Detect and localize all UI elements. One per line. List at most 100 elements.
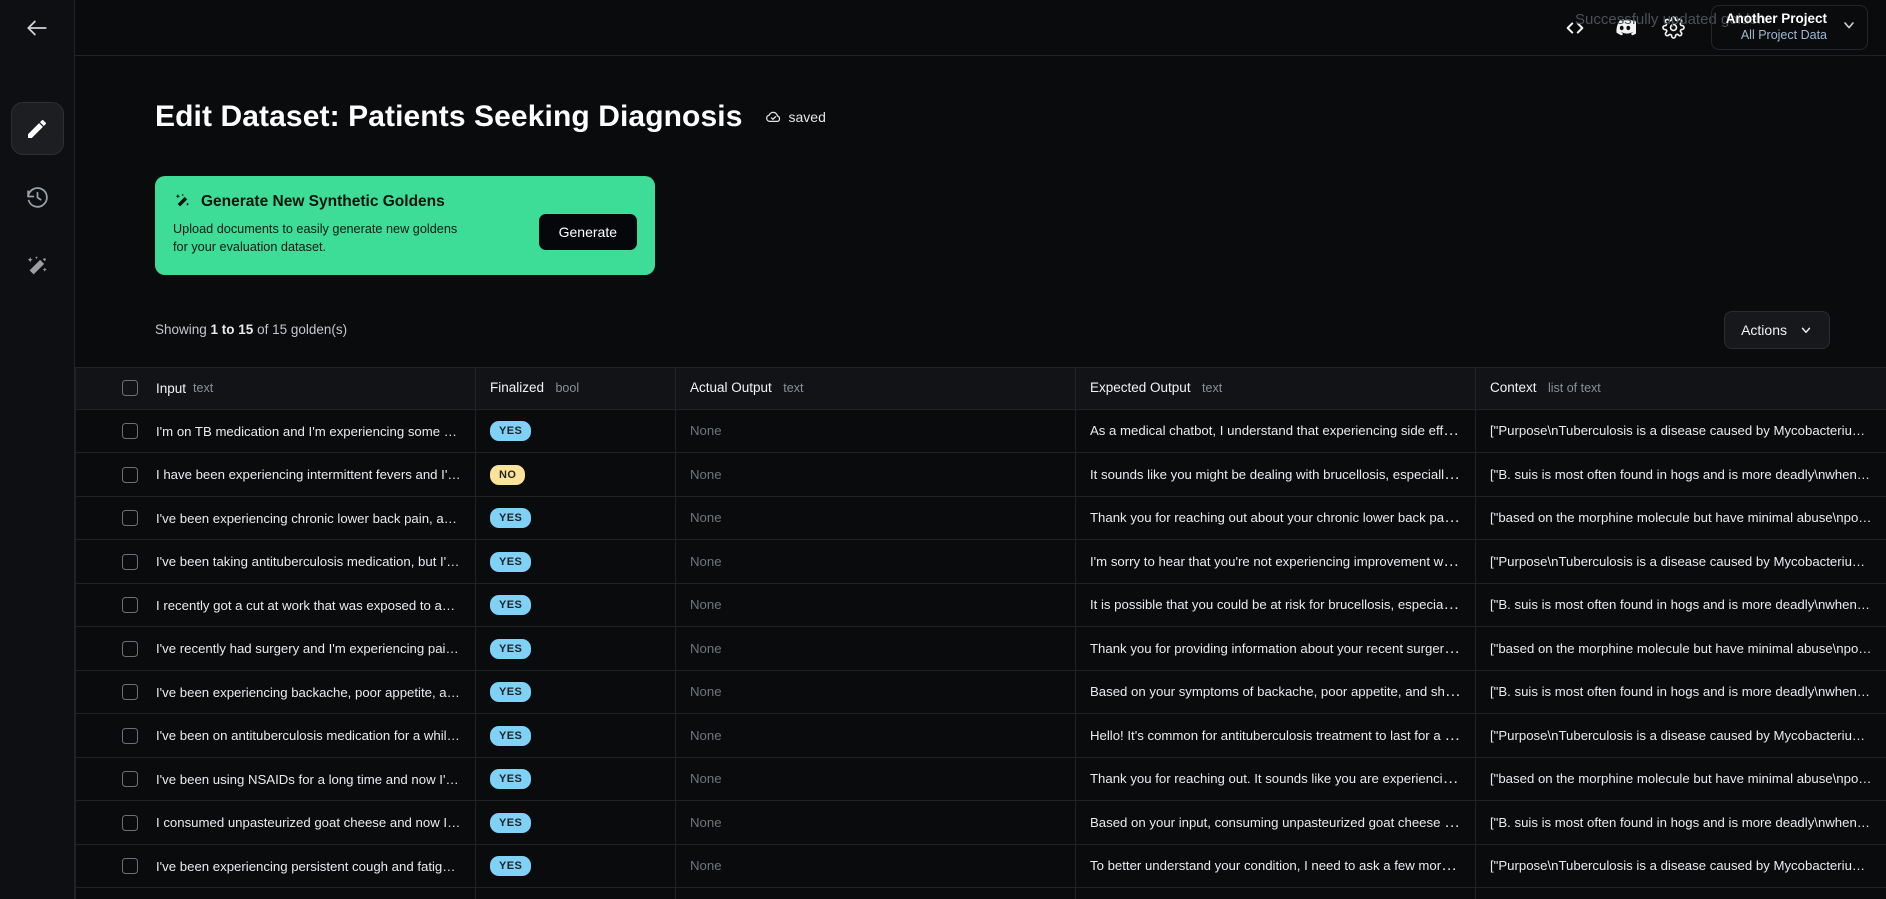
cell-input[interactable]: I'm experiencing pain and I'm not sure i…	[75, 887, 476, 899]
table-row[interactable]: I've recently had surgery and I'm experi…	[75, 626, 1886, 671]
cell-actual-output[interactable]: None	[675, 626, 1076, 671]
generate-button[interactable]: Generate	[538, 214, 637, 250]
cell-actual-output[interactable]: None	[675, 756, 1076, 802]
cell-expected-output[interactable]: Hello! To help determine the best course…	[1075, 887, 1476, 899]
row-checkbox[interactable]	[122, 553, 138, 570]
cell-context[interactable]: ["Purpose\nTuberculosis is a disease cau…	[1475, 843, 1886, 889]
cell-expected-output[interactable]: Thank you for providing information abou…	[1075, 626, 1476, 671]
column-header-actual-output[interactable]: Actual Output text	[675, 366, 1076, 410]
cell-expected-output[interactable]: Based on your symptoms of backache, poor…	[1075, 669, 1476, 715]
back-button[interactable]	[0, 0, 75, 56]
cell-finalized[interactable]: YES	[475, 800, 676, 845]
cell-context[interactable]: ["B. suis is most often found in hogs an…	[1475, 452, 1886, 497]
row-checkbox[interactable]	[122, 640, 138, 657]
cell-finalized[interactable]: YES	[475, 408, 676, 454]
cell-expected-output[interactable]: It sounds like you might be dealing with…	[1075, 452, 1476, 497]
row-checkbox[interactable]	[122, 814, 138, 831]
cell-context[interactable]: ["B. suis is most often found in hogs an…	[1475, 582, 1886, 628]
sidebar-item-edit[interactable]	[10, 102, 64, 155]
cell-finalized[interactable]: YES	[475, 669, 676, 715]
cell-finalized[interactable]: YES	[475, 756, 676, 802]
row-checkbox[interactable]	[122, 423, 138, 440]
cell-actual-output[interactable]: None	[675, 582, 1076, 628]
cell-input[interactable]: I've been on antituberculosis medication…	[75, 713, 476, 758]
cell-expected-output[interactable]: Thank you for reaching out. It sounds li…	[1075, 756, 1476, 802]
cell-expected-output[interactable]: To better understand your condition, I n…	[1075, 843, 1476, 889]
table-row[interactable]: I've been experiencing persistent cough …	[75, 843, 1886, 889]
cell-input[interactable]: I consumed unpasteurized goat cheese and…	[75, 800, 476, 845]
row-checkbox[interactable]	[122, 597, 138, 614]
column-header-finalized[interactable]: Finalized bool	[475, 366, 676, 410]
cell-actual-output[interactable]: None	[675, 843, 1076, 889]
cell-input[interactable]: I've been experiencing backache, poor ap…	[75, 669, 476, 715]
cell-actual-output[interactable]: None	[675, 539, 1076, 584]
row-checkbox[interactable]	[122, 858, 138, 875]
table-row[interactable]: I've been experiencing backache, poor ap…	[75, 669, 1886, 715]
cell-finalized[interactable]: YES	[475, 626, 676, 671]
cell-expected-output[interactable]: Based on your input, consuming unpasteur…	[1075, 800, 1476, 845]
cell-context[interactable]: ["based on the morphine molecule but hav…	[1475, 626, 1886, 671]
discord-button[interactable]	[1612, 16, 1636, 40]
row-checkbox[interactable]	[122, 771, 138, 788]
column-header-input[interactable]: Input text	[75, 366, 476, 410]
select-all-checkbox[interactable]	[122, 380, 138, 397]
row-checkbox[interactable]	[122, 727, 138, 744]
cell-actual-output[interactable]: None	[675, 800, 1076, 845]
cell-input[interactable]: I've recently had surgery and I'm experi…	[75, 626, 476, 671]
column-header-expected-output[interactable]: Expected Output text	[1075, 366, 1476, 410]
cell-actual-output[interactable]: None	[675, 452, 1076, 497]
cell-finalized[interactable]: YES	[475, 887, 676, 899]
cell-finalized[interactable]: YES	[475, 713, 676, 758]
cell-actual-output[interactable]: None	[675, 887, 1076, 899]
table-row[interactable]: I've been using NSAIDs for a long time a…	[75, 756, 1886, 802]
cell-context[interactable]: ["Purpose\nTuberculosis is a disease cau…	[1475, 539, 1886, 584]
cell-input[interactable]: I recently got a cut at work that was ex…	[75, 582, 476, 628]
cell-context[interactable]: ["Purpose\nTuberculosis is a disease cau…	[1475, 713, 1886, 758]
cell-expected-output[interactable]: Hello! It's common for antituberculosis …	[1075, 713, 1476, 758]
cell-expected-output[interactable]: It is possible that you could be at risk…	[1075, 582, 1476, 628]
cell-finalized[interactable]: YES	[475, 495, 676, 541]
cell-input[interactable]: I've been experiencing persistent cough …	[75, 843, 476, 889]
cell-actual-output[interactable]: None	[675, 669, 1076, 715]
table-row[interactable]: I'm on TB medication and I'm experiencin…	[75, 408, 1886, 454]
cloud-check-icon	[765, 111, 780, 122]
code-button[interactable]	[1564, 17, 1586, 39]
sidebar-item-history[interactable]	[11, 171, 64, 224]
row-checkbox[interactable]	[122, 466, 138, 483]
cell-context[interactable]: ["based on the morphine molecule but hav…	[1475, 887, 1886, 899]
cell-expected-output[interactable]: Thank you for reaching out about your ch…	[1075, 495, 1476, 541]
cell-context[interactable]: ["B. suis is most often found in hogs an…	[1475, 800, 1886, 845]
row-checkbox[interactable]	[122, 684, 138, 701]
cell-finalized[interactable]: YES	[475, 843, 676, 889]
cell-finalized[interactable]: NO	[475, 452, 676, 497]
table-row[interactable]: I have been experiencing intermittent fe…	[75, 452, 1886, 497]
table-row[interactable]: I've been taking antituberculosis medica…	[75, 539, 1886, 584]
cell-input[interactable]: I'm on TB medication and I'm experiencin…	[75, 408, 476, 454]
table-row[interactable]: I've been experiencing chronic lower bac…	[75, 495, 1886, 541]
cell-input[interactable]: I've been experiencing chronic lower bac…	[75, 495, 476, 541]
row-checkbox[interactable]	[122, 510, 138, 527]
cell-actual-output[interactable]: None	[675, 408, 1076, 454]
cell-context[interactable]: ["Purpose\nTuberculosis is a disease cau…	[1475, 408, 1886, 454]
cell-input[interactable]: I've been using NSAIDs for a long time a…	[75, 756, 476, 802]
column-header-context[interactable]: Context list of text	[1475, 366, 1886, 410]
actions-button[interactable]: Actions	[1724, 310, 1830, 349]
cell-actual-output[interactable]: None	[675, 713, 1076, 758]
cell-input[interactable]: I have been experiencing intermittent fe…	[75, 452, 476, 497]
sidebar-item-generate[interactable]	[11, 240, 64, 293]
table-row[interactable]: I've been on antituberculosis medication…	[75, 713, 1886, 758]
cell-context[interactable]: ["based on the morphine molecule but hav…	[1475, 495, 1886, 541]
cell-finalized[interactable]: YES	[475, 582, 676, 628]
cell-input[interactable]: I've been taking antituberculosis medica…	[75, 539, 476, 584]
cell-actual-output[interactable]: None	[675, 495, 1076, 541]
cell-expected-output[interactable]: As a medical chatbot, I understand that …	[1075, 408, 1476, 454]
cell-context[interactable]: ["based on the morphine molecule but hav…	[1475, 756, 1886, 802]
table-row[interactable]: I consumed unpasteurized goat cheese and…	[75, 800, 1886, 845]
table-row[interactable]: I recently got a cut at work that was ex…	[75, 582, 1886, 628]
cell-finalized[interactable]: YES	[475, 539, 676, 584]
settings-button[interactable]	[1661, 16, 1685, 39]
cell-context[interactable]: ["B. suis is most often found in hogs an…	[1475, 669, 1886, 715]
table-row[interactable]: I'm experiencing pain and I'm not sure i…	[75, 887, 1886, 899]
cell-expected-output[interactable]: I'm sorry to hear that you're not experi…	[1075, 539, 1476, 584]
project-selector[interactable]: Another Project All Project Data	[1710, 5, 1868, 50]
